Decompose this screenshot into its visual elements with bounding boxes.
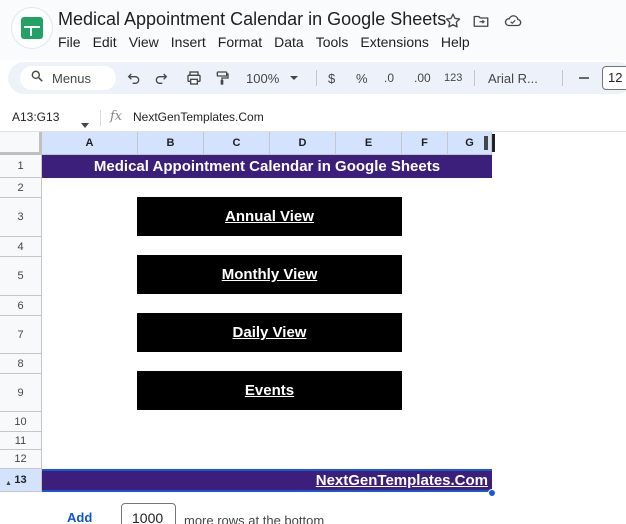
rows-count-input[interactable]: 1000	[121, 503, 176, 524]
row-header-3[interactable]: 3	[0, 198, 42, 237]
search-icon	[30, 69, 44, 88]
column-header-e[interactable]: E	[336, 132, 402, 155]
cloud-status-icon[interactable]	[503, 12, 522, 30]
toolbar-divider	[562, 70, 563, 86]
star-icon[interactable]	[444, 12, 462, 30]
zoom-select[interactable]: 100%	[246, 62, 299, 94]
column-header-d[interactable]: D	[270, 132, 336, 155]
currency-format-button[interactable]: $	[328, 62, 335, 94]
events-button[interactable]: Events	[137, 371, 402, 410]
menu-insert[interactable]: Insert	[171, 34, 206, 50]
row-header-10[interactable]: 10	[0, 412, 42, 432]
column-header-c[interactable]: C	[204, 132, 270, 155]
row-header-4[interactable]: 4	[0, 237, 42, 257]
percent-format-button[interactable]: %	[356, 62, 368, 94]
monthly-view-button[interactable]: Monthly View	[137, 255, 402, 294]
formula-bar: A13:G13 fx NextGenTemplates.Com	[0, 104, 626, 132]
toolbar-divider	[316, 70, 317, 86]
freeze-bar-handle[interactable]	[492, 134, 495, 152]
search-menus-label: Menus	[52, 70, 92, 86]
document-title[interactable]: Medical Appointment Calendar in Google S…	[58, 9, 446, 30]
column-header-a[interactable]: A	[42, 132, 138, 155]
row-header-7[interactable]: 7	[0, 316, 42, 354]
minus-icon[interactable]	[578, 62, 590, 94]
menu-format[interactable]: Format	[218, 34, 262, 50]
menu-bar: File Edit View Insert Format Data Tools …	[58, 34, 482, 50]
row-header-13[interactable]: ▲ 13	[0, 469, 42, 492]
row-header-5[interactable]: 5	[0, 257, 42, 296]
zoom-value: 100%	[246, 70, 280, 86]
spreadsheet-grid[interactable]: A B C D E F G 1 2 3 4 5 6 7 8 9 10 11 12…	[0, 132, 626, 524]
column-resize-handle[interactable]	[484, 136, 488, 150]
row-header-9[interactable]: 9	[0, 374, 42, 412]
row-header-6[interactable]: 6	[0, 296, 42, 316]
footer-link[interactable]: NextGenTemplates.Com	[42, 469, 492, 492]
row-header-1[interactable]: 1	[0, 155, 42, 178]
title-bar: Medical Appointment Calendar in Google S…	[0, 0, 626, 60]
decrease-decimal-button[interactable]: .0	[384, 62, 394, 94]
increase-decimal-button[interactable]: .00	[414, 62, 431, 94]
row-header-12[interactable]: 12	[0, 450, 42, 469]
row-header-2[interactable]: 2	[0, 178, 42, 198]
menu-view[interactable]: View	[129, 34, 159, 50]
column-header-f[interactable]: F	[402, 132, 448, 155]
add-rows-bar: Add 1000 more rows at the bottom	[0, 500, 626, 524]
print-icon[interactable]	[186, 62, 202, 94]
select-all-corner[interactable]	[0, 132, 42, 155]
undo-icon[interactable]	[126, 62, 142, 94]
menu-data[interactable]: Data	[274, 34, 304, 50]
sheet-title-banner[interactable]: Medical Appointment Calendar in Google S…	[42, 155, 492, 178]
more-formats-button[interactable]: 123	[444, 62, 462, 94]
formula-divider	[100, 110, 101, 126]
toolbar: Menus 100% $ % .0 .00 123 Arial R... 12	[8, 62, 626, 94]
redo-icon[interactable]	[153, 62, 169, 94]
paint-format-icon[interactable]	[214, 62, 230, 94]
fx-icon: fx	[110, 109, 123, 124]
row-header-8[interactable]: 8	[0, 354, 42, 374]
increase-decimal-label: .00	[414, 71, 431, 85]
font-select[interactable]: Arial R...	[488, 62, 538, 94]
chevron-down-icon	[289, 73, 299, 83]
formula-input[interactable]: NextGenTemplates.Com	[133, 110, 264, 124]
search-menus-button[interactable]: Menus	[20, 66, 116, 90]
font-size-input[interactable]: 12	[602, 66, 626, 90]
menu-tools[interactable]: Tools	[316, 34, 349, 50]
row-header-13-label: 13	[14, 474, 27, 486]
menu-help[interactable]: Help	[441, 34, 470, 50]
sheets-logo-icon[interactable]	[12, 8, 52, 48]
menu-file[interactable]: File	[58, 34, 81, 50]
row-header-11[interactable]: 11	[0, 432, 42, 450]
toolbar-divider	[474, 70, 475, 86]
column-header-b[interactable]: B	[138, 132, 204, 155]
move-to-folder-icon[interactable]	[472, 12, 490, 30]
selection-fill-handle[interactable]	[488, 489, 496, 497]
add-rows-button[interactable]: Add	[67, 510, 92, 524]
daily-view-button[interactable]: Daily View	[137, 313, 402, 352]
menu-edit[interactable]: Edit	[93, 34, 117, 50]
name-box[interactable]: A13:G13	[12, 110, 59, 124]
add-rows-label: more rows at the bottom	[184, 513, 325, 524]
annual-view-button[interactable]: Annual View	[137, 197, 402, 236]
menu-extensions[interactable]: Extensions	[360, 34, 428, 50]
collapse-arrow-icon[interactable]: ▲	[5, 480, 12, 487]
decrease-decimal-label: .0	[384, 71, 395, 85]
